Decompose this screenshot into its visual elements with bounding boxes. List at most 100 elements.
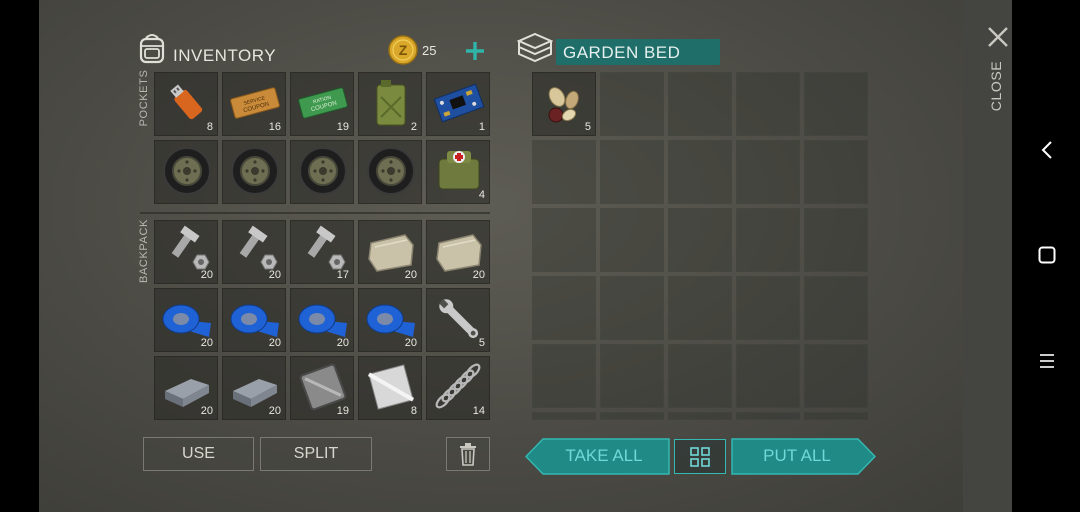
garden-bed-slot[interactable]: 5 xyxy=(532,72,596,136)
garden-bed-slot[interactable] xyxy=(668,276,732,340)
backpack-slot[interactable]: 20 xyxy=(222,356,286,420)
garden-bed-slot[interactable] xyxy=(600,344,664,408)
garden-bed-slot[interactable] xyxy=(736,276,800,340)
item-quantity: 19 xyxy=(336,405,349,417)
put-all-label[interactable]: PUT ALL xyxy=(733,446,861,466)
item-quantity: 20 xyxy=(200,337,213,349)
garden-bed-slot[interactable] xyxy=(804,412,868,420)
coin-count: 25 xyxy=(422,43,437,58)
item-quantity: 20 xyxy=(404,269,417,281)
garden-bed-slot[interactable] xyxy=(736,72,800,136)
garden-bed-slot[interactable] xyxy=(804,276,868,340)
backpack-slot[interactable]: 14 xyxy=(426,356,490,420)
garden-bed-slot[interactable] xyxy=(804,72,868,136)
garden-bed-slot[interactable] xyxy=(736,208,800,272)
pocket-slot[interactable] xyxy=(358,140,422,204)
usb-stick-icon xyxy=(170,84,203,120)
backpack-slot[interactable]: 19 xyxy=(290,356,354,420)
garden-bed-slot[interactable] xyxy=(600,208,664,272)
item-quantity: 20 xyxy=(268,337,281,349)
garden-bed-slot[interactable] xyxy=(736,344,800,408)
garden-bed-slot[interactable] xyxy=(668,208,732,272)
item-quantity: 5 xyxy=(478,337,485,349)
backpack-slot[interactable]: 8 xyxy=(358,356,422,420)
pocket-slot[interactable]: 8 xyxy=(154,72,218,136)
delete-button[interactable] xyxy=(446,437,490,471)
garden-bed-slot[interactable] xyxy=(668,412,732,420)
garden-bed-slot[interactable] xyxy=(532,276,596,340)
wrench-icon xyxy=(439,299,479,339)
backpack-icon xyxy=(139,34,165,64)
item-quantity: 17 xyxy=(336,269,349,281)
item-quantity: 20 xyxy=(268,405,281,417)
garden-bed-slot[interactable] xyxy=(532,412,596,420)
garden-bed-slot[interactable] xyxy=(600,276,664,340)
backpack-slot[interactable]: 17 xyxy=(290,220,354,284)
pocket-slot[interactable] xyxy=(290,140,354,204)
crate-stack-icon xyxy=(517,32,553,63)
item-quantity: 8 xyxy=(410,405,417,417)
split-button[interactable]: SPLIT xyxy=(260,437,372,471)
item-quantity: 20 xyxy=(200,405,213,417)
backpack-slot[interactable]: 20 xyxy=(426,220,490,284)
backpack-slot[interactable]: 20 xyxy=(154,220,218,284)
garden-bed-slot[interactable] xyxy=(532,344,596,408)
pocket-slot[interactable]: 1 xyxy=(426,72,490,136)
close-label[interactable]: CLOSE xyxy=(988,56,1004,116)
trash-icon xyxy=(460,443,476,466)
wheel-icon xyxy=(299,147,347,195)
garden-bed-slot[interactable] xyxy=(736,412,800,420)
pockets-backpack-divider xyxy=(140,212,490,214)
garden-bed-slot[interactable] xyxy=(736,140,800,204)
item-quantity: 8 xyxy=(206,121,213,133)
garden-bed-slot[interactable] xyxy=(804,140,868,204)
backpack-slot[interactable]: 5 xyxy=(426,288,490,352)
backpack-slot[interactable]: 20 xyxy=(290,288,354,352)
item-quantity: 20 xyxy=(472,269,485,281)
backpack-slot[interactable]: 20 xyxy=(358,220,422,284)
backpack-slot[interactable]: 20 xyxy=(154,356,218,420)
backpack-slot[interactable]: 20 xyxy=(358,288,422,352)
pocket-slot[interactable]: SERVICE COUPON 16 xyxy=(222,72,286,136)
garden-bed-slot[interactable] xyxy=(600,140,664,204)
sort-button[interactable] xyxy=(674,439,726,474)
grid-sort-icon xyxy=(690,446,710,467)
backpack-slot[interactable]: 20 xyxy=(222,288,286,352)
pocket-slot[interactable]: RATION COUPON 19 xyxy=(290,72,354,136)
garden-bed-slot[interactable] xyxy=(804,344,868,408)
take-all-label[interactable]: TAKE ALL xyxy=(540,446,668,466)
garden-bed-slot[interactable] xyxy=(668,140,732,204)
coin-icon: Z xyxy=(388,35,418,65)
pocket-slot[interactable]: 2 xyxy=(358,72,422,136)
inventory-title: INVENTORY xyxy=(173,46,277,65)
pocket-slot[interactable] xyxy=(154,140,218,204)
use-button[interactable]: USE xyxy=(143,437,254,471)
medkit-bag-icon xyxy=(438,151,480,190)
backpack-slot[interactable]: 20 xyxy=(154,288,218,352)
pockets-label: POCKETS xyxy=(138,69,150,127)
circuit-board-icon xyxy=(433,83,485,123)
garden-bed-slot[interactable] xyxy=(804,208,868,272)
garden-bed-slot[interactable] xyxy=(600,412,664,420)
garden-bed-slot[interactable] xyxy=(668,344,732,408)
close-icon[interactable] xyxy=(987,26,1009,48)
recents-nav-icon[interactable] xyxy=(1039,353,1055,369)
pocket-slot[interactable]: 4 xyxy=(426,140,490,204)
garden-bed-slot[interactable] xyxy=(668,72,732,136)
pocket-slot[interactable] xyxy=(222,140,286,204)
item-quantity: 1 xyxy=(478,121,485,133)
backpack-slot[interactable]: 20 xyxy=(222,220,286,284)
garden-bed-slot[interactable] xyxy=(532,208,596,272)
wheel-icon xyxy=(367,147,415,195)
item-quantity: 16 xyxy=(268,121,281,133)
home-nav-icon[interactable] xyxy=(1038,246,1056,264)
item-quantity: 20 xyxy=(200,269,213,281)
jerrycan-icon xyxy=(376,80,406,126)
seeds-icon xyxy=(548,87,579,123)
item-quantity: 20 xyxy=(404,337,417,349)
back-nav-icon[interactable] xyxy=(1040,140,1054,160)
add-coins-plus-icon[interactable] xyxy=(465,41,485,61)
garden-bed-slot[interactable] xyxy=(600,72,664,136)
svg-text:Z: Z xyxy=(399,42,408,58)
garden-bed-slot[interactable] xyxy=(532,140,596,204)
